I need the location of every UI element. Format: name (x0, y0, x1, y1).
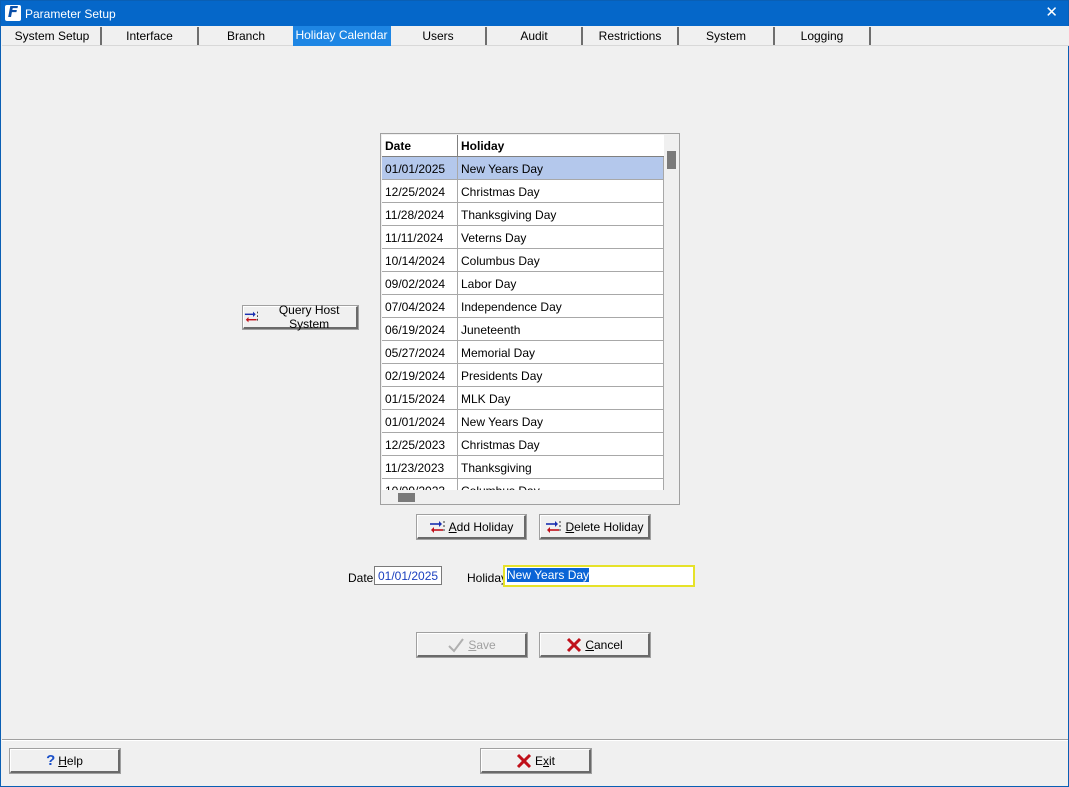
table-row[interactable]: 01/01/2024 New Years Day (382, 410, 664, 433)
holiday-field[interactable]: New Years Day (503, 565, 695, 587)
footer-separator (2, 739, 1068, 741)
app-logo-icon: F (5, 4, 21, 21)
table-row[interactable]: 01/15/2024 MLK Day (382, 387, 664, 410)
row-date: 12/25/2024 (382, 180, 458, 202)
row-holiday: MLK Day (458, 387, 664, 409)
row-date: 01/01/2025 (382, 157, 458, 179)
exit-label: Exit (534, 753, 555, 768)
table-row[interactable]: 11/23/2023 Thanksgiving (382, 456, 664, 479)
table-row[interactable]: 10/14/2024 Columbus Day (382, 249, 664, 272)
save-label: Save (468, 637, 496, 652)
row-holiday: Presidents Day (458, 364, 664, 386)
transfer-arrows-icon (429, 520, 445, 533)
cancel-button[interactable]: Cancel (539, 632, 651, 658)
row-holiday: Christmas Day (458, 433, 664, 455)
vertical-scrollbar[interactable] (664, 135, 679, 490)
row-date: 11/28/2024 (382, 203, 458, 225)
save-button[interactable]: Save (416, 632, 528, 658)
grid-rows: 01/01/2025 New Years Day 12/25/2024 Christ… (382, 157, 664, 490)
row-holiday: Juneteenth (458, 318, 664, 340)
delete-holiday-button[interactable]: Delete Holiday (539, 514, 651, 540)
row-date: 02/19/2024 (382, 364, 458, 386)
tab-audit[interactable]: Audit (487, 27, 583, 45)
query-button-label: Query Host System (278, 303, 340, 331)
red-x-icon (516, 753, 532, 768)
tab-logging[interactable]: Logging (775, 27, 871, 45)
transfer-arrows-icon (244, 311, 258, 323)
date-field[interactable]: 01/01/2025 (374, 566, 442, 585)
tab-interface[interactable]: Interface (102, 27, 199, 45)
tab-users[interactable]: Users (391, 27, 487, 45)
row-date: 10/14/2024 (382, 249, 458, 271)
window-title: Parameter Setup (25, 7, 116, 21)
row-holiday: Veterns Day (458, 226, 664, 248)
checkmark-icon (448, 637, 465, 653)
row-date: 01/01/2024 (382, 410, 458, 432)
add-holiday-label: Add Holiday (448, 519, 514, 534)
tab-strip: System Setup Interface Branch Holiday Ca… (2, 26, 1069, 46)
row-holiday: New Years Day (458, 410, 664, 432)
tab-system-setup[interactable]: System Setup (4, 27, 102, 45)
cancel-label: Cancel (585, 637, 623, 652)
column-header-holiday[interactable]: Holiday (458, 135, 664, 157)
holiday-field-text: New Years Day (507, 568, 590, 582)
row-date: 11/11/2024 (382, 226, 458, 248)
row-date: 11/23/2023 (382, 456, 458, 478)
help-button[interactable]: ? Help (9, 748, 121, 774)
table-row[interactable]: 10/09/2023Columbus Day (382, 479, 664, 490)
horizontal-scrollbar[interactable] (382, 490, 664, 504)
table-row[interactable]: 07/04/2024 Independence Day (382, 295, 664, 318)
add-holiday-button[interactable]: Add Holiday (416, 514, 527, 540)
row-holiday: Independence Day (458, 295, 664, 317)
parameter-setup-window: F Parameter Setup ✕ System Setup Interfa… (0, 0, 1069, 787)
row-holiday: Thanksgiving Day (458, 203, 664, 225)
title-bar: F Parameter Setup ✕ (1, 1, 1068, 26)
table-row[interactable]: 01/01/2025 New Years Day (382, 157, 664, 180)
table-row[interactable]: 02/19/2024 Presidents Day (382, 364, 664, 387)
row-holiday: New Years Day (458, 157, 664, 179)
row-date: 06/19/2024 (382, 318, 458, 340)
table-row[interactable]: 09/02/2024 Labor Day (382, 272, 664, 295)
row-date: 09/02/2024 (382, 272, 458, 294)
help-label: Help (58, 753, 83, 768)
horizontal-scroll-thumb[interactable] (398, 493, 415, 502)
row-holiday: Thanksgiving (458, 456, 664, 478)
date-label: Date (348, 571, 374, 585)
row-date: 12/25/2023 (382, 433, 458, 455)
tab-system[interactable]: System (679, 27, 775, 45)
red-x-icon (567, 637, 582, 652)
query-host-system-button[interactable]: Query Host System (242, 303, 359, 331)
table-row[interactable]: 12/25/2023 Christmas Day (382, 433, 664, 456)
row-date: 05/27/2024 (382, 341, 458, 363)
table-row[interactable]: 06/19/2024 Juneteenth (382, 318, 664, 341)
holiday-label: Holiday (467, 571, 508, 585)
tab-holiday-calendar[interactable]: Holiday Calendar (293, 26, 391, 46)
row-date: 01/15/2024 (382, 387, 458, 409)
row-holiday: Labor Day (458, 272, 664, 294)
holiday-grid[interactable]: Date Holiday 01/01/2025 New Years Day 12/… (380, 133, 680, 505)
question-mark-icon: ? (46, 752, 56, 769)
vertical-scroll-thumb[interactable] (667, 151, 676, 169)
grid-header: Date Holiday (382, 135, 664, 157)
row-holiday: Christmas Day (458, 180, 664, 202)
row-holiday: Columbus Day (458, 249, 664, 271)
delete-holiday-label: Delete Holiday (565, 519, 644, 534)
exit-button[interactable]: Exit (480, 748, 592, 774)
tab-restrictions[interactable]: Restrictions (583, 27, 679, 45)
row-date: 07/04/2024 (382, 295, 458, 317)
tab-branch[interactable]: Branch (199, 27, 295, 45)
table-row[interactable]: 11/11/2024 Veterns Day (382, 226, 664, 249)
table-row[interactable]: 12/25/2024 Christmas Day (382, 180, 664, 203)
row-holiday: Columbus Day (458, 479, 664, 490)
row-holiday: Memorial Day (458, 341, 664, 363)
close-icon[interactable]: ✕ (1045, 5, 1058, 21)
row-date: 10/09/2023 (382, 479, 458, 490)
column-header-date[interactable]: Date (382, 135, 458, 157)
table-row[interactable]: 11/28/2024 Thanksgiving Day (382, 203, 664, 226)
table-row[interactable]: 05/27/2024 Memorial Day (382, 341, 664, 364)
transfer-arrows-icon (546, 520, 561, 533)
